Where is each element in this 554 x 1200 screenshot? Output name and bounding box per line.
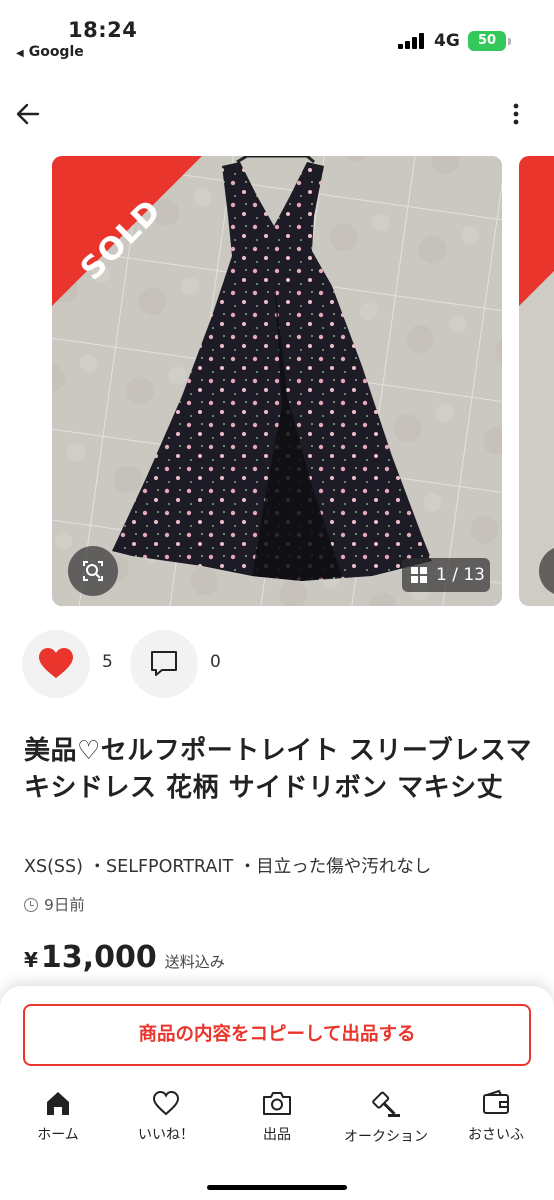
like-count: 5 xyxy=(102,652,113,672)
gavel-icon xyxy=(372,1091,400,1117)
tab-sell-label: 出品 xyxy=(263,1127,291,1143)
lens-search-button[interactable] xyxy=(68,546,118,596)
tab-sell[interactable]: 出品 xyxy=(222,1084,332,1144)
item-title: 美品♡セルフポートレイト スリーブレスマキシドレス 花柄 サイドリボン マキシ丈 xyxy=(24,736,533,803)
tab-likes-label: いいね！ xyxy=(138,1127,194,1143)
grid-icon xyxy=(411,567,427,583)
clock-icon xyxy=(24,898,38,912)
network-type: 4G xyxy=(434,31,460,51)
arrow-left-icon[interactable] xyxy=(14,100,42,128)
comment-button[interactable] xyxy=(130,630,198,698)
status-time: 18:24 xyxy=(68,18,138,42)
tab-wallet[interactable]: おさいふ xyxy=(441,1084,551,1144)
comment-count: 0 xyxy=(210,652,221,672)
image-counter-label: 1 / 13 xyxy=(436,565,485,585)
status-bar: 18:24 ◀ Google 4G 50 xyxy=(0,0,554,70)
posted-time-label: 9日前 xyxy=(44,896,85,914)
camera-icon xyxy=(263,1092,291,1115)
home-icon xyxy=(47,1092,69,1115)
wallet-icon xyxy=(483,1089,509,1114)
battery-icon: 50 xyxy=(468,31,506,51)
battery-cap xyxy=(508,38,511,45)
posted-time: 9日前 xyxy=(24,893,85,915)
back-triangle-icon: ◀ xyxy=(16,48,24,59)
shipping-label: 送料込み xyxy=(164,953,225,971)
tab-auction-label: オークション xyxy=(344,1129,428,1145)
action-row: 5 0 xyxy=(22,630,322,698)
more-vertical-icon[interactable] xyxy=(502,100,530,128)
image-counter[interactable]: 1 / 13 xyxy=(402,558,490,592)
price-amount: 13,000 xyxy=(40,940,157,975)
item-meta: XS(SS) ・SELFPORTRAIT ・目立った傷や汚れなし xyxy=(24,857,432,877)
tab-auction[interactable]: オークション xyxy=(331,1084,441,1146)
back-app-label: Google xyxy=(28,44,84,60)
tab-home[interactable]: ホーム xyxy=(3,1084,113,1144)
tab-wallet-label: おさいふ xyxy=(468,1127,524,1143)
home-indicator xyxy=(207,1185,347,1190)
copy-listing-button[interactable]: 商品の内容をコピーして出品する xyxy=(23,1004,531,1066)
next-product-image[interactable] xyxy=(519,156,554,606)
tab-home-label: ホーム xyxy=(37,1127,79,1143)
header xyxy=(0,90,554,140)
product-image[interactable]: SOLD 1 / 13 xyxy=(52,156,502,606)
price: ¥13,000 送料込み xyxy=(24,940,225,975)
tab-bar: ホーム いいね！ 出品 オークション おさいふ xyxy=(0,1084,554,1154)
like-button[interactable] xyxy=(22,630,90,698)
comment-icon xyxy=(151,651,177,676)
price-symbol: ¥ xyxy=(24,948,38,972)
back-to-app-link[interactable]: ◀ Google xyxy=(16,44,84,60)
signal-icon xyxy=(398,33,428,49)
heart-filled-icon xyxy=(39,648,73,678)
heart-icon xyxy=(152,1090,180,1116)
lens-search-icon xyxy=(83,561,103,581)
tab-likes[interactable]: いいね！ xyxy=(111,1084,221,1144)
battery-level: 50 xyxy=(477,33,497,48)
next-sold-ribbon xyxy=(519,156,554,306)
next-lens-button xyxy=(539,546,554,596)
